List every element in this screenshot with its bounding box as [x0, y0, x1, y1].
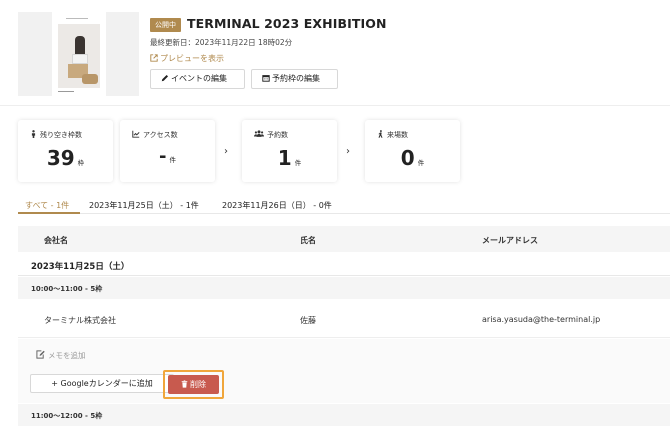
preview-link-label: プレビューを表示 [160, 54, 224, 63]
time-slot-header: 11:00〜12:00 - 5枠 [18, 404, 670, 426]
chevron-right-icon: › [346, 146, 350, 157]
cell-email: arisa.yasuda@the-terminal.jp [482, 315, 601, 324]
trash-icon [181, 380, 188, 388]
tab-nov-25[interactable]: 2023年11月25日（土） - 1件 [89, 200, 199, 211]
stat-card-reservations: 予約数 1件 [242, 120, 337, 182]
date-group-label: 2023年11月25日（土） [31, 262, 130, 272]
tab-divider [18, 213, 670, 214]
preview-link[interactable]: プレビューを表示 [150, 53, 224, 64]
stat-card-access: アクセス数 -件 [120, 120, 215, 182]
stat-label: アクセス数 [143, 131, 178, 139]
edit-slots-label: 予約枠の編集 [272, 74, 320, 83]
stat-unit: 件 [169, 156, 176, 164]
add-memo-label: メモを追加 [48, 351, 86, 360]
stat-label: 来場数 [387, 131, 408, 139]
users-icon [254, 130, 264, 137]
edit-slots-button[interactable]: 予約枠の編集 [251, 69, 338, 89]
stat-label: 予約数 [267, 131, 288, 139]
delete-button[interactable]: 削除 [168, 375, 219, 394]
stat-unit: 枠 [77, 159, 85, 167]
table-row[interactable]: ターミナル株式会社 佐藤 arisa.yasuda@the-terminal.j… [18, 300, 670, 338]
table-header: 会社名 氏名 メールアドレス [18, 226, 670, 252]
cell-name: 佐藤 [300, 316, 316, 325]
person-icon [31, 130, 36, 138]
line-chart-icon [132, 130, 140, 138]
stat-unit: 件 [294, 159, 302, 167]
edit-note-icon [36, 350, 45, 359]
status-badge: 公開中 [150, 18, 181, 32]
tab-all[interactable]: すべて - 1件 [25, 200, 69, 211]
time-slot-header: 10:00〜11:00 - 5枠 [18, 277, 670, 299]
stat-card-visits: 来場数 0件 [365, 120, 460, 182]
event-thumbnail [18, 12, 139, 96]
add-to-google-calendar-button[interactable]: + Googleカレンダーに追加 [30, 374, 174, 393]
column-company: 会社名 [44, 236, 68, 245]
chevron-right-icon: › [224, 146, 228, 157]
stat-value: 0 [400, 146, 415, 170]
add-memo-button[interactable]: メモを追加 [36, 350, 86, 361]
reservation-actions: メモを追加 + Googleカレンダーに追加 [18, 339, 670, 403]
stat-unit: 件 [417, 159, 425, 167]
stat-card-remaining: 残り空き枠数 39 枠 [18, 120, 113, 182]
last-updated: 最終更新日：2023年11月22日 18時02分 [150, 38, 293, 47]
stat-value: - [159, 146, 167, 167]
delete-label: 削除 [190, 380, 206, 389]
header-divider [0, 105, 670, 106]
stat-label: 残り空き枠数 [40, 131, 82, 139]
event-title: TERMINAL 2023 EXHIBITION [187, 16, 387, 31]
edit-event-label: イベントの編集 [171, 74, 227, 83]
walking-icon [378, 130, 383, 138]
column-email: メールアドレス [482, 236, 538, 245]
column-name: 氏名 [300, 236, 316, 245]
cell-company: ターミナル株式会社 [44, 316, 116, 325]
stat-value: 39 [46, 146, 75, 170]
tab-active-indicator [18, 212, 80, 214]
time-slot-label: 11:00〜12:00 - 5枠 [31, 412, 103, 420]
event-poster-image [52, 12, 106, 96]
stat-value: 1 [277, 146, 292, 170]
tab-nov-26[interactable]: 2023年11月26日（日） - 0件 [222, 200, 332, 211]
date-group-header: 2023年11月25日（土） [18, 253, 670, 276]
time-slot-label: 10:00〜11:00 - 5枠 [31, 285, 103, 293]
calendar-icon [262, 75, 270, 82]
edit-event-button[interactable]: イベントの編集 [150, 69, 245, 89]
pencil-icon [161, 74, 169, 82]
external-link-icon [150, 54, 158, 62]
